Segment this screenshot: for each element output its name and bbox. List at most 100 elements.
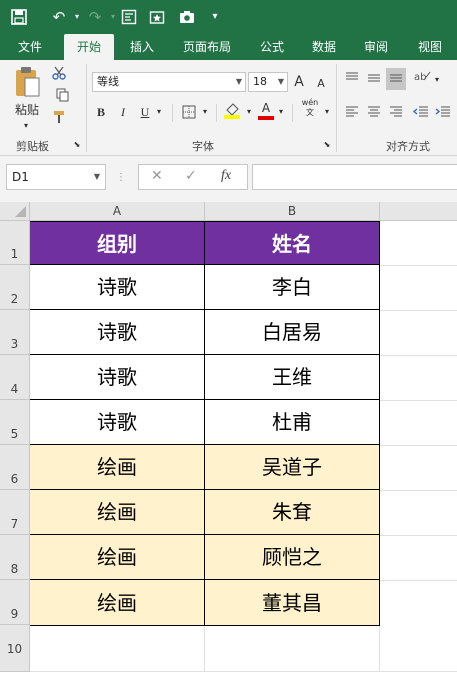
align-left-icon[interactable] xyxy=(344,104,360,124)
gridline xyxy=(380,535,457,536)
select-all-corner[interactable] xyxy=(0,202,30,221)
row-header[interactable]: 5 xyxy=(0,400,30,445)
gridline xyxy=(380,355,457,356)
column-header-b[interactable]: B xyxy=(205,202,380,221)
name-box[interactable]: D1 ▼ xyxy=(6,164,106,190)
row-header[interactable]: 6 xyxy=(0,445,30,490)
orientation-dropdown-icon[interactable]: ▾ xyxy=(432,70,442,90)
underline-button[interactable]: U xyxy=(138,102,152,122)
table-cell-name[interactable]: 杜甫 xyxy=(205,400,380,445)
format-painter-icon[interactable] xyxy=(50,110,68,130)
name-box-value: D1 xyxy=(12,170,29,184)
phonetic-dropdown-icon[interactable]: ▾ xyxy=(322,102,332,122)
increase-indent-icon[interactable] xyxy=(434,104,452,124)
table-cell-name[interactable]: 朱耷 xyxy=(205,490,380,535)
font-launcher-icon[interactable]: ⬊ xyxy=(322,138,332,152)
font-color-icon[interactable]: A xyxy=(258,100,274,120)
grow-font-button[interactable]: A xyxy=(292,72,306,92)
gridline xyxy=(380,580,457,581)
camera-icon[interactable] xyxy=(176,6,198,28)
tab-view[interactable]: 视图 xyxy=(406,34,454,60)
tab-review[interactable]: 审阅 xyxy=(354,34,398,60)
table-cell-group[interactable]: 诗歌 xyxy=(30,355,205,400)
separator xyxy=(336,64,337,152)
insert-function-icon[interactable]: fx xyxy=(221,168,231,184)
align-top-icon[interactable] xyxy=(344,70,360,90)
svg-text:ab: ab xyxy=(414,72,426,82)
enter-icon[interactable]: ✓ xyxy=(185,168,197,184)
table-cell-name[interactable]: 吴道子 xyxy=(205,445,380,490)
separator xyxy=(292,104,293,122)
italic-button[interactable]: I xyxy=(116,102,130,122)
orientation-icon[interactable]: ab xyxy=(412,68,432,88)
align-bottom-icon[interactable] xyxy=(386,68,406,90)
table-cell-name[interactable]: 白居易 xyxy=(205,310,380,355)
ribbon: 粘贴 ▾ 剪贴板 ⬊ 等线 ▼ 18 ▼ A A B I U ▾ ▾ ▾ A ▾… xyxy=(0,60,457,156)
table-cell-group[interactable]: 绘画 xyxy=(30,490,205,535)
grip-icon: ⋮ xyxy=(116,172,126,183)
clipboard-launcher-icon[interactable]: ⬊ xyxy=(72,138,82,152)
table-cell-name[interactable]: 李白 xyxy=(205,265,380,310)
fill-color-dropdown-icon[interactable]: ▾ xyxy=(244,102,254,122)
table-cell-group[interactable]: 绘画 xyxy=(30,580,205,626)
borders-dropdown-icon[interactable]: ▾ xyxy=(200,102,210,122)
cut-icon[interactable] xyxy=(50,66,68,86)
phonetic-guide-icon[interactable]: wén 文 xyxy=(298,98,322,118)
align-center-icon[interactable] xyxy=(366,104,382,124)
clipboard-group-label: 剪贴板 xyxy=(16,140,49,153)
table-cell-name[interactable]: 王维 xyxy=(205,355,380,400)
table-cell-group[interactable]: 绘画 xyxy=(30,535,205,580)
customize-icon[interactable]: ▾ xyxy=(204,6,226,28)
row-header[interactable]: 8 xyxy=(0,535,30,580)
tab-page-layout[interactable]: 页面布局 xyxy=(172,34,242,60)
screenshot-tool-icon[interactable] xyxy=(118,6,140,28)
separator xyxy=(216,104,217,122)
font-size-combo[interactable]: 18 ▼ xyxy=(248,72,288,92)
row-header[interactable]: 2 xyxy=(0,265,30,310)
copy-icon[interactable] xyxy=(50,88,76,108)
tab-file[interactable]: 文件 xyxy=(6,34,54,60)
save-icon[interactable] xyxy=(8,6,30,28)
table-cell-group[interactable]: 诗歌 xyxy=(30,265,205,310)
align-right-icon[interactable] xyxy=(388,104,404,124)
shrink-font-button[interactable]: A xyxy=(314,74,328,94)
table-cell-group[interactable]: 诗歌 xyxy=(30,310,205,355)
bold-button[interactable]: B xyxy=(94,102,108,122)
gridline xyxy=(204,626,205,672)
decrease-indent-icon[interactable] xyxy=(412,104,430,124)
column-header-a[interactable]: A xyxy=(30,202,205,221)
column-header-c[interactable] xyxy=(380,202,457,221)
font-color-letter: A xyxy=(261,101,271,115)
tab-formulas[interactable]: 公式 xyxy=(250,34,294,60)
cancel-icon[interactable]: ✕ xyxy=(151,168,163,184)
paste-icon[interactable] xyxy=(12,66,42,102)
row-header[interactable]: 7 xyxy=(0,490,30,535)
row-header[interactable]: 1 xyxy=(0,221,30,265)
row-header[interactable]: 3 xyxy=(0,310,30,355)
table-cell-name[interactable]: 董其昌 xyxy=(205,580,380,626)
tab-insert[interactable]: 插入 xyxy=(120,34,164,60)
paste-dropdown-icon[interactable]: ▾ xyxy=(14,116,38,136)
font-color-dropdown-icon[interactable]: ▾ xyxy=(276,102,286,122)
gridline xyxy=(380,265,457,266)
formula-input[interactable] xyxy=(252,164,457,190)
row-header[interactable]: 10 xyxy=(0,625,30,672)
row-header[interactable]: 4 xyxy=(0,355,30,400)
table-cell-group[interactable]: 绘画 xyxy=(30,445,205,490)
align-middle-icon[interactable] xyxy=(366,70,382,90)
cell-a1[interactable]: 组别 xyxy=(30,221,205,265)
tab-home[interactable]: 开始 xyxy=(64,34,114,60)
underline-dropdown-icon[interactable]: ▾ xyxy=(154,102,164,122)
row-header[interactable]: 9 xyxy=(0,580,30,625)
font-name-combo[interactable]: 等线 ▼ xyxy=(92,72,246,92)
table-cell-group[interactable]: 诗歌 xyxy=(30,400,205,445)
chevron-down-icon: ▼ xyxy=(235,77,242,86)
table-cell-name[interactable]: 顾恺之 xyxy=(205,535,380,580)
cell-b1[interactable]: 姓名 xyxy=(205,221,380,265)
star-icon[interactable] xyxy=(146,6,168,28)
fill-color-icon[interactable] xyxy=(222,100,242,126)
font-size-value: 18 xyxy=(253,75,267,88)
formula-buttons: ✕ ✓ fx xyxy=(138,164,248,190)
borders-icon[interactable] xyxy=(180,102,198,125)
tab-data[interactable]: 数据 xyxy=(302,34,346,60)
